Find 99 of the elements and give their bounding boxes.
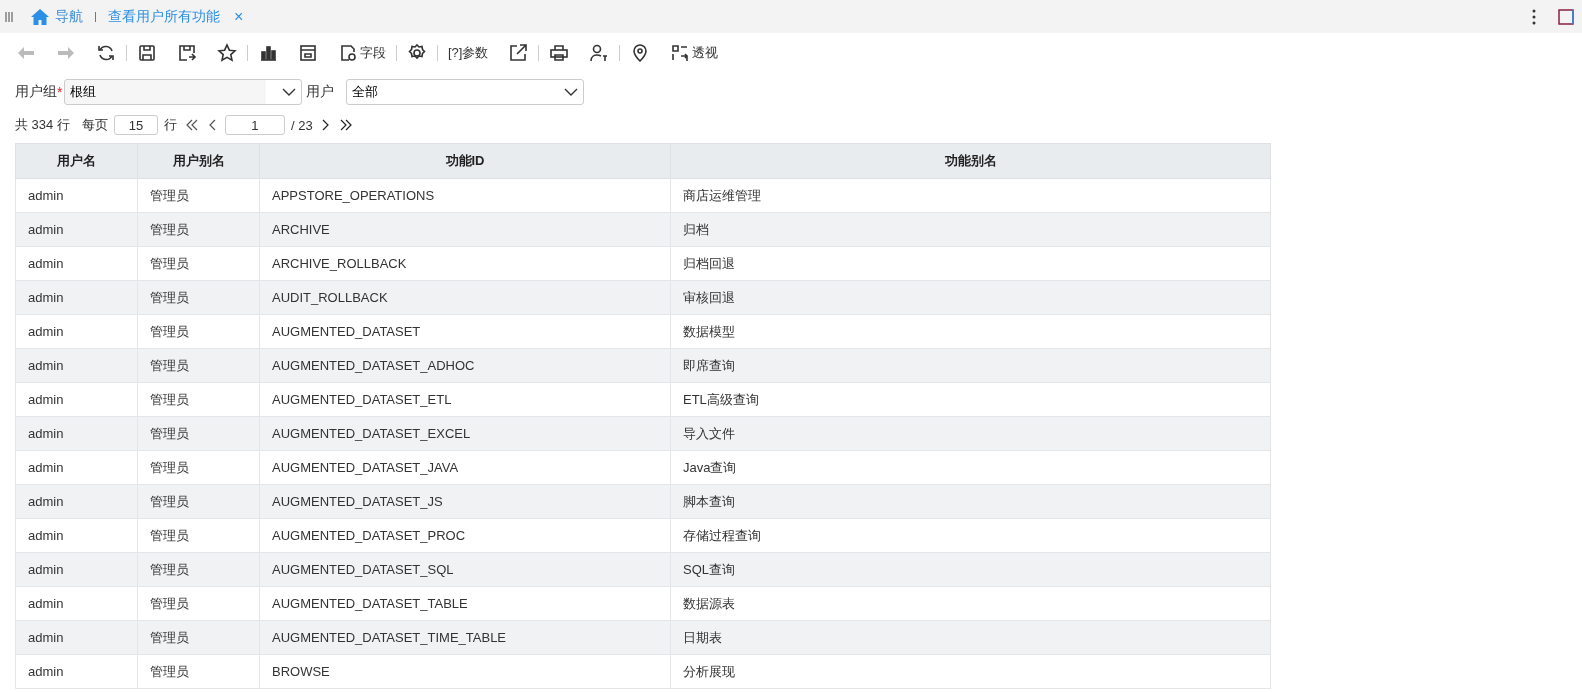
- user-icon: [589, 43, 610, 63]
- table-cell: AUGMENTED_DATASET_EXCEL: [259, 416, 671, 451]
- table-cell: ARCHIVE_ROLLBACK: [259, 246, 671, 281]
- table-cell: AUGMENTED_DATASET_ADHOC: [259, 348, 671, 383]
- table-cell: 管理员: [137, 416, 260, 451]
- table-cell: BROWSE: [259, 654, 671, 689]
- table-cell: 数据源表: [670, 586, 1271, 621]
- table-cell: admin: [15, 280, 138, 315]
- table-cell: Java查询: [670, 450, 1271, 485]
- table-cell: 管理员: [137, 382, 260, 417]
- table-cell: AUGMENTED_DATASET_ETL: [259, 382, 671, 417]
- per-page-label: 每页: [81, 116, 108, 134]
- table-cell: 审核回退: [670, 280, 1271, 315]
- table-cell: 分析展现: [670, 654, 1271, 689]
- table-cell: 管理员: [137, 552, 260, 587]
- table-cell: admin: [15, 416, 138, 451]
- table-cell: 管理员: [137, 518, 260, 553]
- table-cell: AUGMENTED_DATASET_TIME_TABLE: [259, 620, 671, 655]
- bar-chart-icon: [258, 43, 278, 63]
- table-cell: 管理员: [137, 212, 260, 247]
- printer-icon: [549, 43, 570, 63]
- home-icon: [31, 8, 49, 25]
- filter-label: 用户: [306, 83, 335, 101]
- save-icon: [137, 43, 157, 63]
- table-cell: 管理员: [137, 314, 260, 349]
- table-cell: AUDIT_ROLLBACK: [259, 280, 671, 315]
- table-cell: admin: [15, 620, 138, 655]
- table-cell: admin: [15, 212, 138, 247]
- fields-button[interactable]: 字段: [328, 43, 396, 63]
- table-cell: SQL查询: [670, 552, 1271, 587]
- select-field[interactable]: 根组: [64, 79, 303, 105]
- table-cell: AUGMENTED_DATASET_TABLE: [259, 586, 671, 621]
- table-cell: AUGMENTED_DATASET_SQL: [259, 552, 671, 587]
- previous-page-icon[interactable]: [208, 119, 217, 131]
- filter-label: 用户组: [15, 83, 57, 101]
- table-cell: 导入文件: [670, 416, 1271, 451]
- more-icon[interactable]: [1532, 8, 1536, 25]
- next-page-icon[interactable]: [320, 119, 329, 131]
- table-cell: 管理员: [137, 620, 260, 655]
- table-cell: 归档: [670, 212, 1271, 247]
- chevron-down-icon: [282, 88, 297, 96]
- page-count: / 23: [290, 117, 313, 133]
- column-header: 功能ID: [259, 143, 671, 179]
- table-cell: ARCHIVE: [259, 212, 671, 247]
- per-page-field[interactable]: 15: [113, 115, 158, 135]
- table-cell: 管理员: [137, 178, 260, 213]
- table-cell: admin: [15, 348, 138, 383]
- table-cell: AUGMENTED_DATASET: [259, 314, 671, 349]
- table-cell: admin: [15, 586, 138, 621]
- chevron-down-icon: [564, 88, 579, 96]
- select-field[interactable]: 全部: [346, 79, 585, 105]
- pivot-icon: [670, 43, 691, 63]
- table-cell: 管理员: [137, 348, 260, 383]
- table-cell: 脚本查询: [670, 484, 1271, 519]
- pivot-button[interactable]: 透视: [660, 43, 729, 63]
- grip-icon[interactable]: [5, 11, 13, 22]
- table-cell: admin: [15, 178, 138, 213]
- table-cell: 管理员: [137, 246, 260, 281]
- params-button[interactable]: [?]参数: [438, 44, 499, 62]
- table-cell: AUGMENTED_DATASET_PROC: [259, 518, 671, 553]
- table-cell: AUGMENTED_DATASET_JAVA: [259, 450, 671, 485]
- table-cell: admin: [15, 484, 138, 519]
- column-header: 用户别名: [137, 143, 260, 179]
- table-cell: admin: [15, 552, 138, 587]
- last-page-icon[interactable]: [338, 119, 353, 131]
- table-cell: 管理员: [137, 586, 260, 621]
- refresh-icon: [96, 43, 116, 63]
- total-rows: 共 334 行: [15, 116, 70, 134]
- table-cell: APPSTORE_OPERATIONS: [259, 178, 671, 213]
- first-page-icon[interactable]: [184, 119, 199, 131]
- save-as-icon: [177, 43, 197, 63]
- per-page-unit: 行: [163, 116, 177, 134]
- table-cell: admin: [15, 314, 138, 349]
- column-header: 用户名: [15, 143, 138, 179]
- external-link-icon: [508, 43, 529, 63]
- table-cell: 存储过程查询: [670, 518, 1271, 553]
- table-cell: 管理员: [137, 280, 260, 315]
- table-cell: admin: [15, 246, 138, 281]
- table-cell: admin: [15, 654, 138, 689]
- maximize-icon[interactable]: [1558, 8, 1574, 25]
- page-field[interactable]: 1: [224, 115, 285, 135]
- table-cell: ETL高级查询: [670, 382, 1271, 417]
- table-cell: admin: [15, 450, 138, 485]
- table-cell: 即席查询: [670, 348, 1271, 383]
- table-cell: admin: [15, 518, 138, 553]
- table-cell: 管理员: [137, 484, 260, 519]
- required-mark: *: [57, 84, 63, 100]
- table-cell: 数据模型: [670, 314, 1271, 349]
- table-cell: 商店运维管理: [670, 178, 1271, 213]
- table-cell: AUGMENTED_DATASET_JS: [259, 484, 671, 519]
- column-header: 功能别名: [670, 143, 1271, 179]
- table-cell: 管理员: [137, 654, 260, 689]
- table-cell: 管理员: [137, 450, 260, 485]
- table-cell: admin: [15, 382, 138, 417]
- layout-icon: [298, 43, 318, 63]
- document-gear-icon: [338, 43, 358, 63]
- table-cell: 归档回退: [670, 246, 1271, 281]
- star-icon: [217, 43, 237, 63]
- table-cell: 日期表: [670, 620, 1271, 655]
